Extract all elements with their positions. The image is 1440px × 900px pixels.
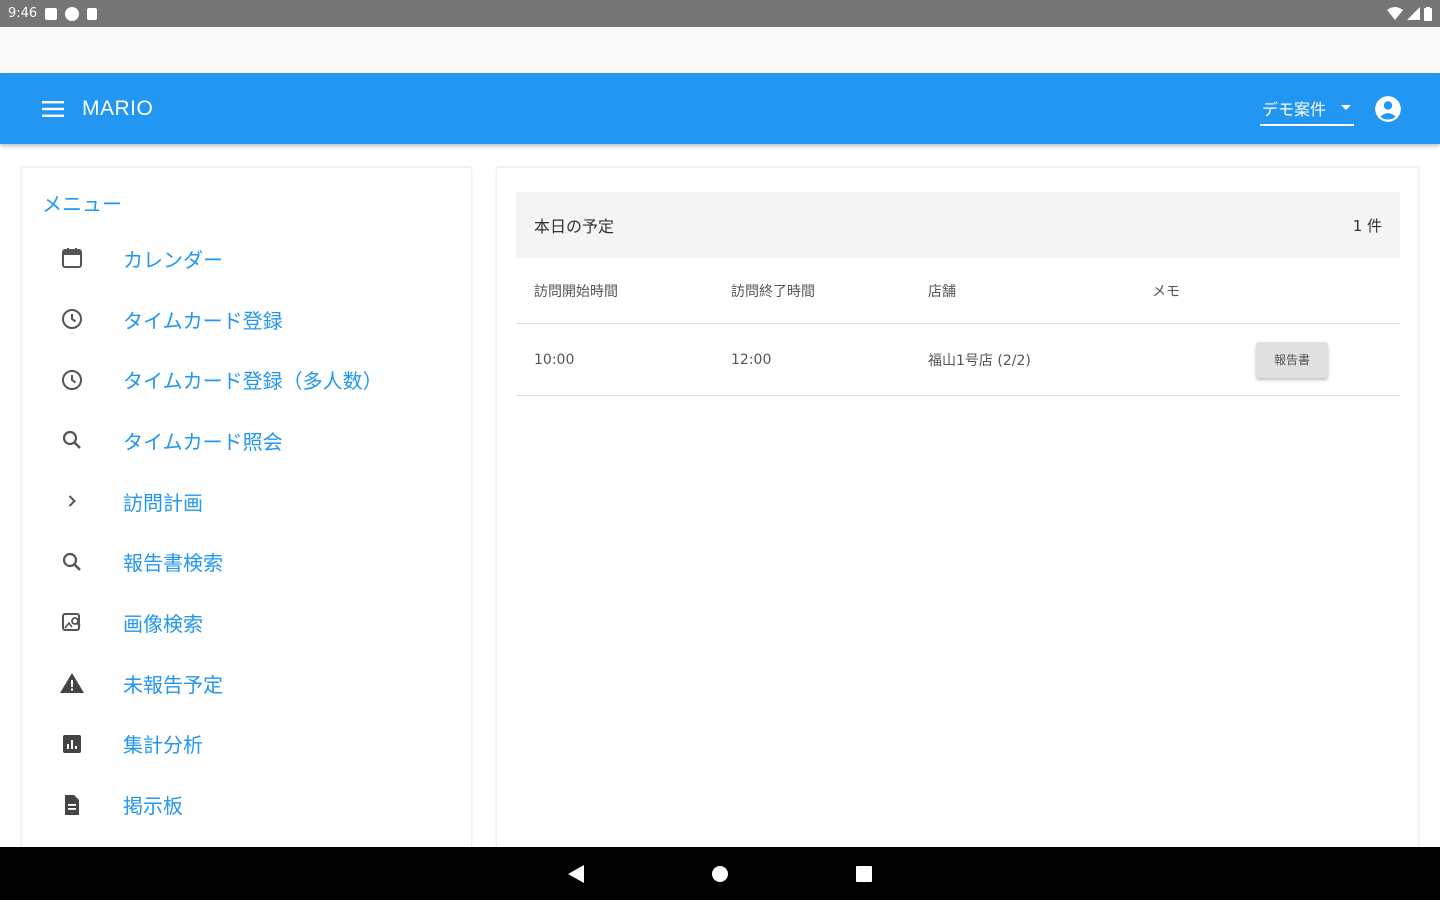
app-title: MARIO: [82, 96, 154, 120]
table-row: 10:00 12:00 福山1号店 (2/2) 報告書: [516, 324, 1400, 396]
menu-item-label: 画像検索: [123, 611, 203, 636]
menu-item-label: 報告書検索: [123, 551, 223, 576]
cell-end-time: 12:00: [731, 351, 772, 368]
chevron-right-icon: [59, 488, 85, 514]
home-button[interactable]: [708, 862, 732, 886]
menu-item-label: タイムカード照会: [123, 429, 283, 454]
notification-icon: [45, 7, 58, 20]
account-circle-icon[interactable]: [1374, 95, 1402, 123]
cell-action: 報告書: [1234, 341, 1400, 378]
menu-item-timecard-register[interactable]: タイムカード登録: [22, 289, 471, 350]
search-icon: [59, 549, 85, 575]
menu-item-image-search[interactable]: 画像検索: [22, 592, 471, 653]
battery-icon: [1424, 6, 1432, 21]
status-time: 9:46: [8, 6, 38, 21]
clock-icon: [59, 306, 85, 332]
schedule-count: 1 件: [1352, 216, 1382, 235]
project-select[interactable]: デモ案件: [1259, 92, 1354, 126]
warning-icon: [59, 670, 85, 696]
app-bar: MARIO デモ案件: [0, 73, 1440, 144]
schedule-table: 訪問開始時間 訪問終了時間 店舗 メモ 10:00 12:00 福山1号店 (2…: [516, 258, 1400, 396]
recents-square-icon: [856, 865, 872, 882]
search-icon: [59, 427, 85, 453]
image-search-icon: [59, 609, 85, 635]
recents-button[interactable]: [852, 862, 876, 886]
document-icon: [59, 792, 85, 818]
app-notification-icon: [65, 6, 80, 21]
column-header-memo: メモ: [1152, 283, 1180, 300]
wifi-icon: [1387, 7, 1403, 20]
column-header-start-time: 訪問開始時間: [534, 283, 618, 300]
menu-item-timecard-register-multi[interactable]: タイムカード登録（多人数）: [22, 349, 471, 410]
schedule-header: 本日の予定 1 件: [516, 192, 1400, 258]
status-bar: 9:46: [0, 0, 1440, 27]
menu-item-visit-plan[interactable]: 訪問計画: [22, 471, 471, 532]
menu-list: カレンダー タイムカード登録 タイムカード登録（多人数） タイムカード照会 訪問…: [22, 228, 471, 835]
content-card: 本日の予定 1 件 訪問開始時間 訪問終了時間 店舗 メモ 10:00 12:0…: [497, 168, 1418, 848]
project-select-value: デモ案件: [1261, 99, 1326, 119]
chart-icon: [59, 731, 85, 757]
schedule-title: 本日の予定: [534, 217, 615, 236]
cell-store: 福山1号店 (2/2): [928, 352, 1031, 369]
sd-card-icon: [87, 7, 98, 20]
menu-item-label: 掲示板: [123, 794, 183, 819]
cell-start-time: 10:00: [534, 351, 575, 368]
clock-icon: [59, 367, 85, 393]
column-header-end-time: 訪問終了時間: [731, 283, 815, 300]
table-header-row: 訪問開始時間 訪問終了時間 店舗 メモ: [516, 258, 1400, 324]
hamburger-icon: [42, 100, 64, 117]
back-button[interactable]: [564, 862, 588, 886]
menu-item-analytics[interactable]: 集計分析: [22, 714, 471, 775]
menu-item-label: 集計分析: [123, 733, 203, 758]
menu-item-label: タイムカード登録: [123, 308, 283, 333]
navigation-bar: [0, 847, 1440, 900]
menu-card: メニュー カレンダー タイムカード登録 タイムカード登録（多人数） タイムカード…: [22, 168, 471, 848]
calendar-icon: [59, 245, 85, 271]
dropdown-arrow-icon: [1341, 104, 1351, 110]
back-triangle-icon: [568, 864, 584, 883]
menu-item-calendar[interactable]: カレンダー: [22, 228, 471, 289]
signal-icon: [1407, 7, 1420, 20]
hamburger-menu-button[interactable]: [40, 95, 68, 123]
menu-item-label: タイムカード登録（多人数）: [123, 369, 383, 394]
column-header-store: 店舗: [928, 283, 956, 300]
menu-item-label: 未報告予定: [123, 672, 223, 697]
status-gap: [0, 27, 1440, 73]
menu-item-timecard-inquiry[interactable]: タイムカード照会: [22, 410, 471, 471]
menu-item-unreported-schedule[interactable]: 未報告予定: [22, 653, 471, 714]
menu-item-report-search[interactable]: 報告書検索: [22, 531, 471, 592]
menu-heading: メニュー: [42, 192, 122, 216]
report-button[interactable]: 報告書: [1256, 341, 1328, 378]
menu-item-label: 訪問計画: [123, 490, 203, 515]
menu-item-label: カレンダー: [123, 247, 223, 272]
menu-item-bulletin-board[interactable]: 掲示板: [22, 774, 471, 835]
home-circle-icon: [712, 865, 728, 882]
